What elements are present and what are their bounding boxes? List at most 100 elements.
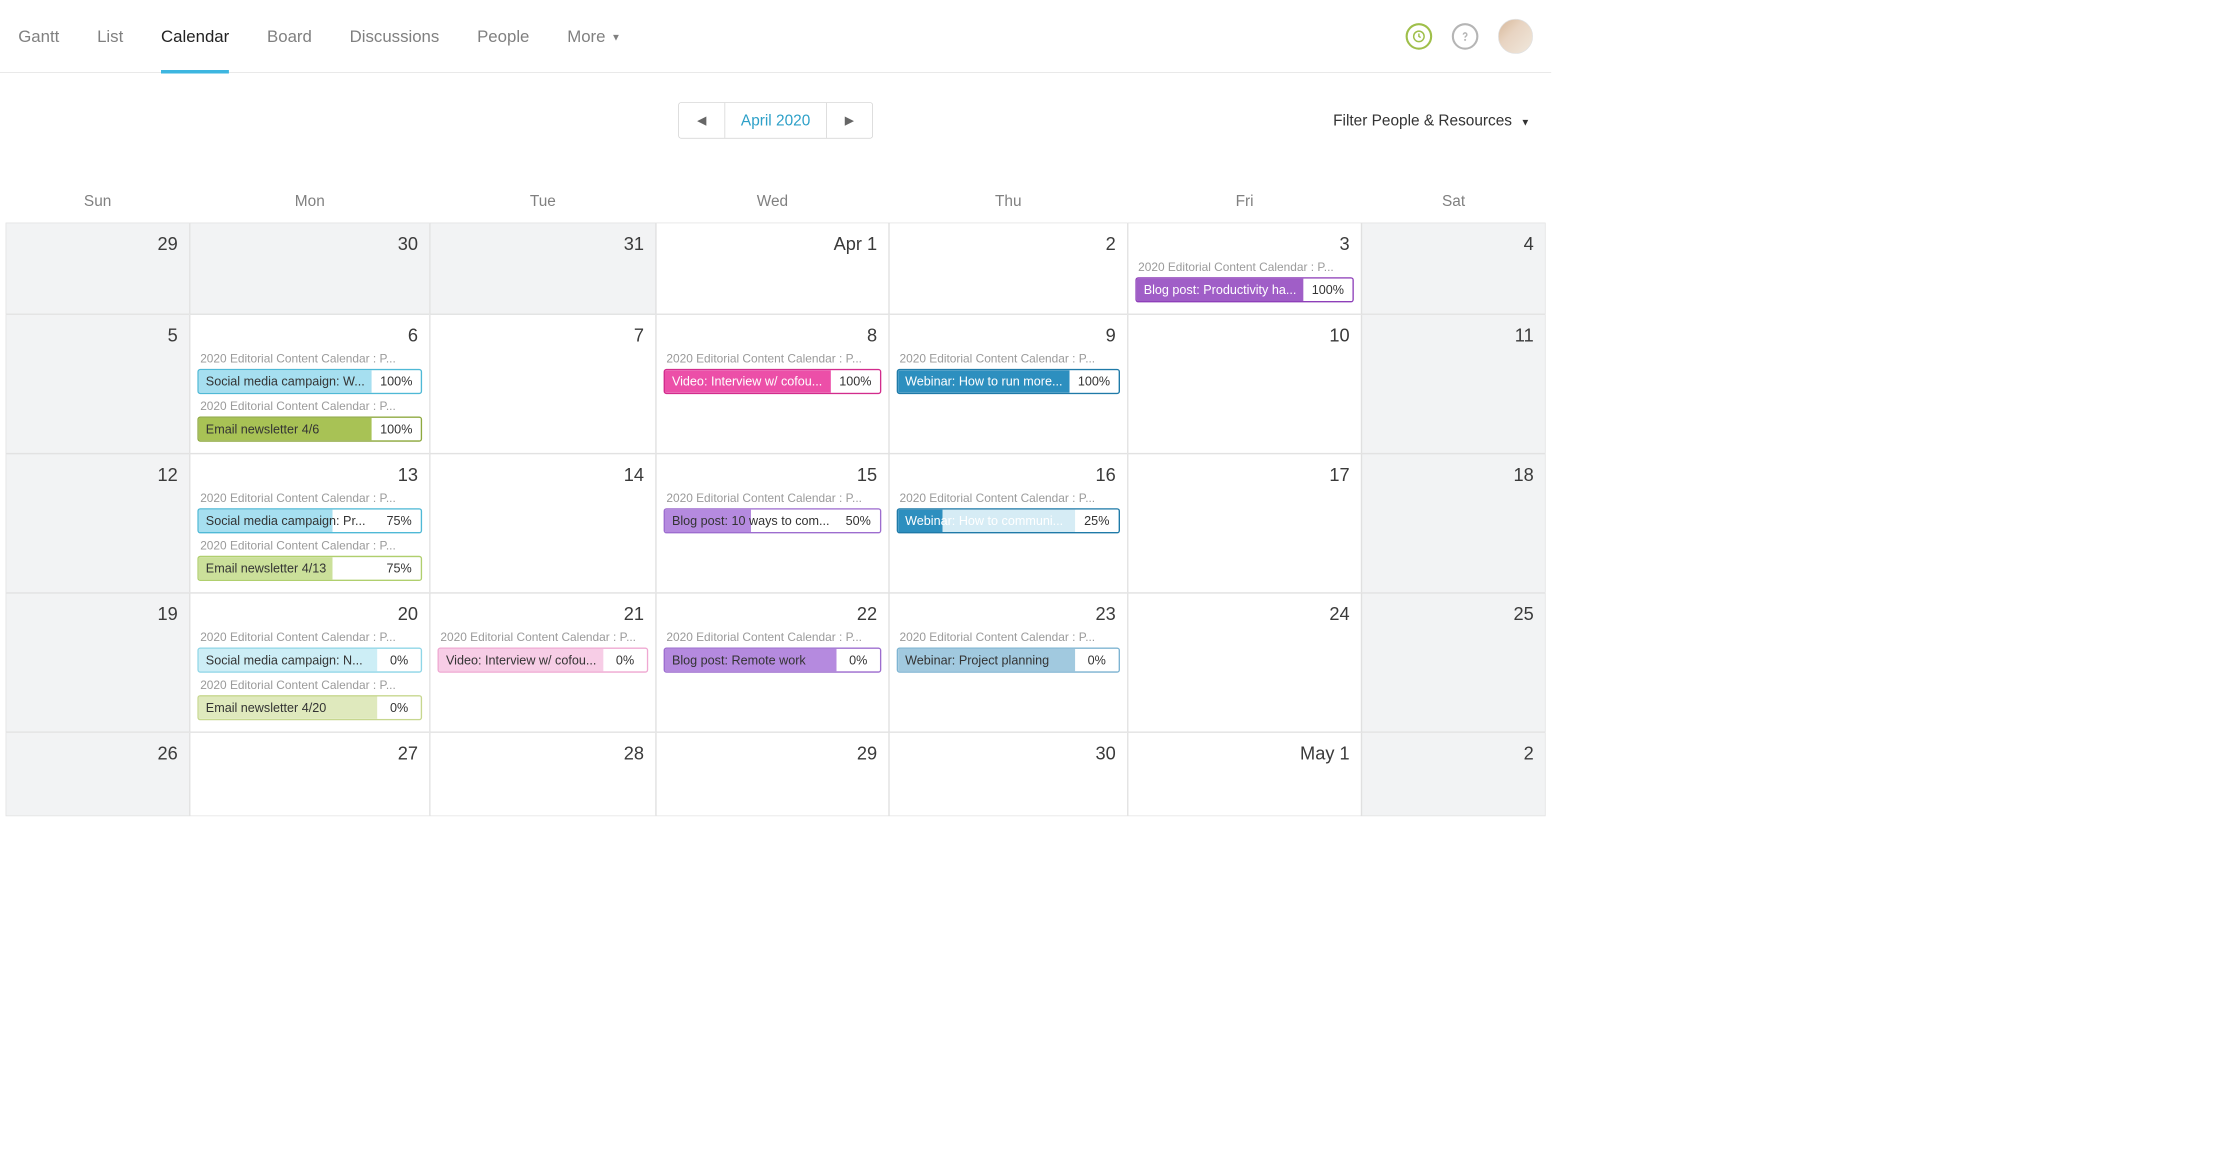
calendar-cell[interactable]: 18 bbox=[1362, 454, 1546, 593]
event-group-label: 2020 Editorial Content Calendar : P... bbox=[435, 629, 651, 647]
event-group-label: 2020 Editorial Content Calendar : P... bbox=[195, 490, 425, 508]
calendar-cell[interactable]: 29 bbox=[656, 732, 889, 816]
help-icon[interactable] bbox=[1452, 23, 1479, 50]
calendar-event[interactable]: Webinar: How to communi...25% bbox=[897, 508, 1120, 533]
calendar-cell[interactable]: 162020 Editorial Content Calendar : P...… bbox=[889, 454, 1128, 593]
event-title: Webinar: How to communi... bbox=[898, 510, 1075, 532]
event-title: Email newsletter 4/6 bbox=[199, 418, 372, 440]
event-title: Video: Interview w/ cofou... bbox=[665, 370, 831, 392]
calendar-cell[interactable]: 7 bbox=[430, 314, 656, 453]
calendar-event[interactable]: Webinar: Project planning0% bbox=[897, 648, 1120, 673]
calendar-cell[interactable]: 30 bbox=[190, 223, 430, 315]
calendar-cell[interactable]: 26 bbox=[6, 732, 190, 816]
calendar-cell[interactable]: 82020 Editorial Content Calendar : P...V… bbox=[656, 314, 889, 453]
clock-icon[interactable] bbox=[1406, 23, 1433, 50]
event-percent: 0% bbox=[377, 697, 420, 719]
calendar-cell[interactable]: 19 bbox=[6, 593, 190, 732]
date-label: 2 bbox=[1366, 740, 1540, 769]
date-label: 26 bbox=[11, 740, 185, 769]
calendar-event[interactable]: Email newsletter 4/1375% bbox=[197, 556, 422, 581]
calendar-cell[interactable]: 92020 Editorial Content Calendar : P...W… bbox=[889, 314, 1128, 453]
calendar-cell[interactable]: 10 bbox=[1128, 314, 1362, 453]
date-label: 19 bbox=[11, 601, 185, 630]
calendar-cell[interactable]: 152020 Editorial Content Calendar : P...… bbox=[656, 454, 889, 593]
calendar-event[interactable]: Email newsletter 4/200% bbox=[197, 695, 422, 720]
event-percent: 100% bbox=[831, 370, 880, 392]
event-group-label: 2020 Editorial Content Calendar : P... bbox=[195, 677, 425, 695]
calendar-event[interactable]: Video: Interview w/ cofou...0% bbox=[438, 648, 649, 673]
event-percent: 75% bbox=[377, 510, 420, 532]
tab-more[interactable]: More▼ bbox=[567, 0, 621, 71]
calendar-week: 19202020 Editorial Content Calendar : P.… bbox=[6, 593, 1546, 732]
next-month-button[interactable]: ► bbox=[826, 103, 872, 138]
date-label: 11 bbox=[1366, 322, 1540, 351]
tab-board[interactable]: Board bbox=[267, 0, 312, 71]
calendar-cell[interactable]: 5 bbox=[6, 314, 190, 453]
current-month-label[interactable]: April 2020 bbox=[725, 103, 827, 138]
date-label: 16 bbox=[894, 461, 1123, 490]
calendar-event[interactable]: Webinar: How to run more...100% bbox=[897, 369, 1120, 394]
calendar-event[interactable]: Video: Interview w/ cofou...100% bbox=[664, 369, 882, 394]
date-label: 31 bbox=[435, 230, 651, 259]
calendar-cell[interactable]: Apr 1 bbox=[656, 223, 889, 315]
prev-month-button[interactable]: ◄ bbox=[679, 103, 725, 138]
calendar-cell[interactable]: May 1 bbox=[1128, 732, 1362, 816]
calendar-cell[interactable]: 2 bbox=[1362, 732, 1546, 816]
calendar-event[interactable]: Social media campaign: Pr...75% bbox=[197, 508, 422, 533]
calendar-cell[interactable]: 232020 Editorial Content Calendar : P...… bbox=[889, 593, 1128, 732]
calendar-cell[interactable]: 25 bbox=[1362, 593, 1546, 732]
calendar-event[interactable]: Email newsletter 4/6100% bbox=[197, 417, 422, 442]
tab-people[interactable]: People bbox=[477, 0, 529, 71]
date-label: Apr 1 bbox=[661, 230, 884, 259]
date-label: 25 bbox=[1366, 601, 1540, 630]
calendar-cell[interactable]: 11 bbox=[1362, 314, 1546, 453]
calendar-week: 12132020 Editorial Content Calendar : P.… bbox=[6, 454, 1546, 593]
event-percent: 100% bbox=[1069, 370, 1118, 392]
calendar-cell[interactable]: 12 bbox=[6, 454, 190, 593]
calendar-toolbar: ◄ April 2020 ► Filter People & Resources… bbox=[0, 73, 1551, 158]
tab-discussions[interactable]: Discussions bbox=[350, 0, 440, 71]
calendar-week: 2627282930 May 1 2 bbox=[6, 732, 1546, 816]
calendar-event[interactable]: Social media campaign: W...100% bbox=[197, 369, 422, 394]
calendar-cell[interactable]: 24 bbox=[1128, 593, 1362, 732]
calendar-event[interactable]: Blog post: Remote work0% bbox=[664, 648, 882, 673]
date-label: May 1 bbox=[1132, 740, 1356, 769]
event-percent: 100% bbox=[372, 370, 421, 392]
calendar-cell[interactable]: 2 bbox=[889, 223, 1128, 315]
date-label: 8 bbox=[661, 322, 884, 351]
date-label: 7 bbox=[435, 322, 651, 351]
calendar-cell[interactable]: 31 bbox=[430, 223, 656, 315]
calendar-cell[interactable]: 212020 Editorial Content Calendar : P...… bbox=[430, 593, 656, 732]
date-label: 29 bbox=[11, 230, 185, 259]
calendar-event[interactable]: Social media campaign: N...0% bbox=[197, 648, 422, 673]
chevron-down-icon: ▼ bbox=[1520, 116, 1530, 127]
calendar-cell[interactable]: 32020 Editorial Content Calendar : P...B… bbox=[1128, 223, 1362, 315]
calendar-grid: SunMonTueWedThuFriSat 293031Apr 1232020 … bbox=[6, 192, 1546, 816]
tab-gantt[interactable]: Gantt bbox=[18, 0, 59, 71]
user-avatar[interactable] bbox=[1498, 19, 1533, 54]
filter-people-button[interactable]: Filter People & Resources ▼ bbox=[1333, 111, 1530, 129]
calendar-cell[interactable]: 62020 Editorial Content Calendar : P...S… bbox=[190, 314, 430, 453]
event-title: Social media campaign: W... bbox=[199, 370, 372, 392]
tab-list[interactable]: List bbox=[97, 0, 123, 71]
tab-calendar[interactable]: Calendar bbox=[161, 0, 229, 71]
calendar-cell[interactable]: 132020 Editorial Content Calendar : P...… bbox=[190, 454, 430, 593]
calendar-cell[interactable]: 28 bbox=[430, 732, 656, 816]
calendar-cell[interactable]: 29 bbox=[6, 223, 190, 315]
calendar-cell[interactable]: 30 bbox=[889, 732, 1128, 816]
date-label: 3 bbox=[1132, 230, 1356, 259]
calendar-event[interactable]: Blog post: Productivity ha...100% bbox=[1135, 277, 1354, 302]
event-percent: 0% bbox=[377, 649, 420, 671]
calendar-cell[interactable]: 17 bbox=[1128, 454, 1362, 593]
calendar-cell[interactable]: 14 bbox=[430, 454, 656, 593]
date-label: 22 bbox=[661, 601, 884, 630]
calendar-cell[interactable]: 4 bbox=[1362, 223, 1546, 315]
event-group-label: 2020 Editorial Content Calendar : P... bbox=[195, 351, 425, 369]
calendar-cell[interactable]: 202020 Editorial Content Calendar : P...… bbox=[190, 593, 430, 732]
day-header: Sat bbox=[1362, 192, 1546, 223]
event-percent: 0% bbox=[1075, 649, 1118, 671]
date-label: 30 bbox=[894, 740, 1123, 769]
calendar-cell[interactable]: 222020 Editorial Content Calendar : P...… bbox=[656, 593, 889, 732]
calendar-cell[interactable]: 27 bbox=[190, 732, 430, 816]
calendar-event[interactable]: Blog post: 10 ways to com...50% bbox=[664, 508, 882, 533]
